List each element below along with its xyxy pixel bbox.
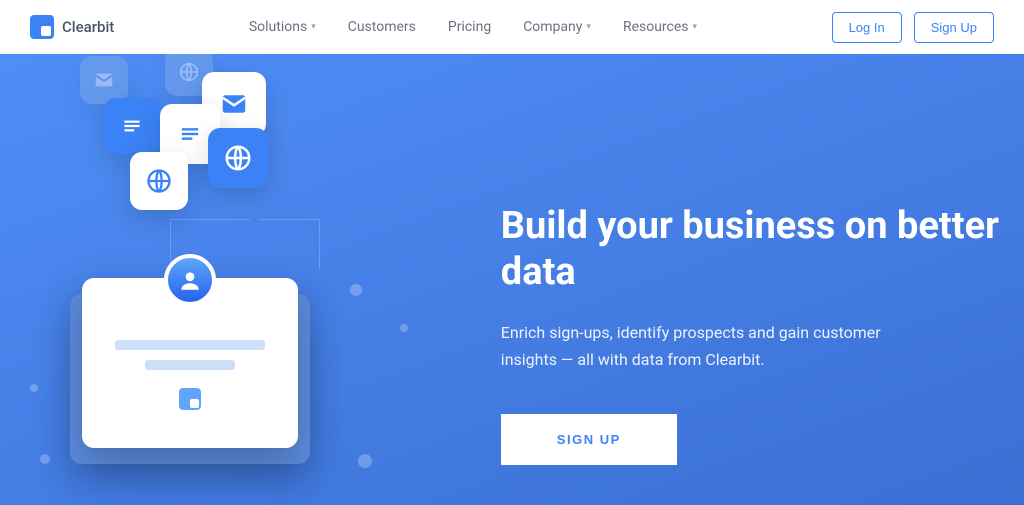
signup-button[interactable]: Sign Up	[914, 12, 994, 43]
nav-solutions[interactable]: Solutions ▾	[249, 19, 316, 35]
chevron-down-icon: ▾	[311, 22, 316, 32]
site-header: Clearbit Solutions ▾ Customers Pricing C…	[0, 0, 1024, 54]
clearbit-logo-icon	[179, 388, 201, 410]
globe-icon	[130, 152, 188, 210]
avatar-icon	[164, 254, 216, 306]
mail-icon	[80, 56, 128, 104]
chevron-down-icon: ▾	[586, 22, 591, 32]
placeholder-line	[115, 340, 265, 350]
profile-card	[82, 278, 298, 448]
nav-customers-label: Customers	[348, 19, 416, 35]
decorative-dot	[358, 454, 372, 468]
decorative-dot	[40, 454, 50, 464]
logo-area[interactable]: Clearbit	[30, 15, 114, 39]
hero-headline: Build your business on better data	[501, 204, 1024, 295]
hero-content: Build your business on better data Enric…	[461, 54, 1024, 505]
nav-pricing[interactable]: Pricing	[448, 19, 491, 35]
nav-company[interactable]: Company ▾	[523, 19, 591, 35]
globe-icon	[208, 128, 268, 188]
hero-illustration-area	[0, 54, 461, 505]
nav-pricing-label: Pricing	[448, 19, 491, 35]
hero-illustration	[60, 54, 400, 504]
main-nav: Solutions ▾ Customers Pricing Company ▾ …	[249, 19, 697, 35]
connector-line	[260, 219, 320, 269]
hero-subhead: Enrich sign-ups, identify prospects and …	[501, 319, 931, 373]
nav-company-label: Company	[523, 19, 582, 35]
decorative-dot	[400, 324, 408, 332]
document-icon	[104, 98, 160, 154]
brand-name: Clearbit	[62, 18, 114, 36]
nav-resources[interactable]: Resources ▾	[623, 19, 697, 35]
nav-resources-label: Resources	[623, 19, 689, 35]
nav-solutions-label: Solutions	[249, 19, 307, 35]
decorative-dot	[30, 384, 38, 392]
hero-section: Build your business on better data Enric…	[0, 54, 1024, 505]
placeholder-line	[145, 360, 235, 370]
chevron-down-icon: ▾	[693, 22, 698, 32]
clearbit-logo-icon	[30, 15, 54, 39]
auth-buttons: Log In Sign Up	[832, 12, 994, 43]
nav-customers[interactable]: Customers	[348, 19, 416, 35]
login-button[interactable]: Log In	[832, 12, 902, 43]
decorative-dot	[350, 284, 362, 296]
hero-signup-button[interactable]: SIGN UP	[501, 414, 677, 465]
